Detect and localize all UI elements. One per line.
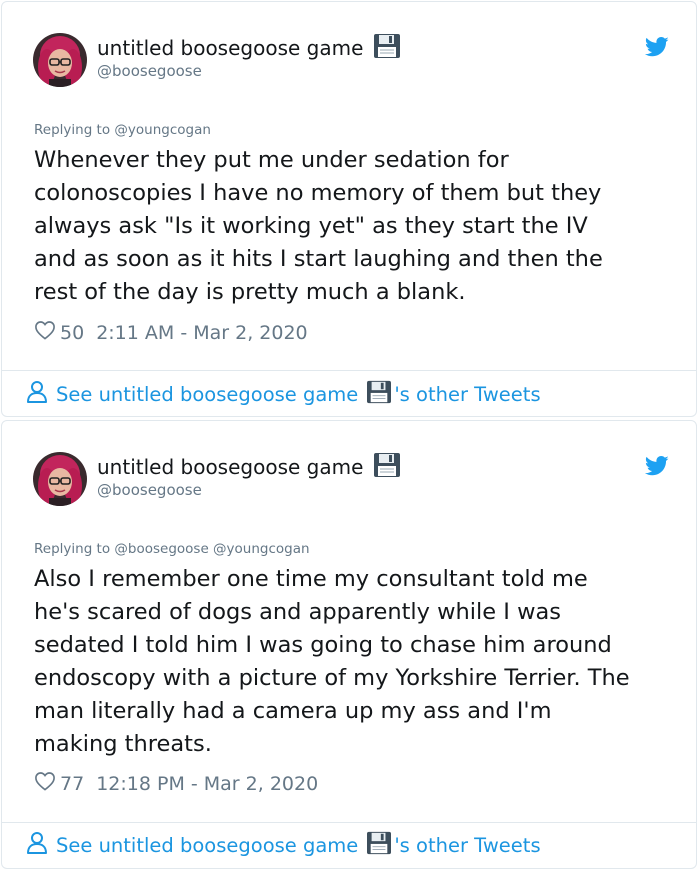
footer-link-suffix: 's other Tweets — [394, 834, 541, 857]
person-outline-icon — [26, 831, 48, 860]
tweet-line: colonoscopies I have no memory of them b… — [34, 180, 602, 206]
tweet-line: and as soon as it hits I start laughing … — [34, 246, 603, 272]
tweet-text: Also I remember one time my consultant t… — [34, 563, 684, 761]
twitter-bird-icon[interactable] — [644, 456, 669, 476]
display-name-text: untitled boosegoose game — [97, 455, 364, 479]
floppy-disk-icon — [373, 33, 401, 64]
see-other-tweets-link[interactable]: See untitled boosegoose game 's other Tw… — [26, 380, 541, 409]
tweet-line: making threats. — [34, 731, 212, 757]
avatar[interactable] — [33, 452, 87, 506]
tweet-line: Also I remember one time my consultant t… — [34, 566, 588, 592]
tweet-line: Whenever they put me under sedation for — [34, 147, 509, 173]
see-other-tweets-link[interactable]: See untitled boosegoose game 's other Tw… — [26, 831, 541, 860]
tweet-card: untitled boosegoose game @boosegoose Rep… — [1, 1, 697, 417]
footer-link-suffix: 's other Tweets — [394, 383, 541, 406]
handle[interactable]: @boosegoose — [97, 481, 202, 499]
floppy-disk-icon — [373, 452, 401, 483]
tweet-line: he's scared of dogs and apparently while… — [34, 599, 562, 625]
display-name-text: untitled boosegoose game — [97, 36, 364, 60]
footer-link-text: See untitled boosegoose game — [56, 383, 359, 406]
display-name[interactable]: untitled boosegoose game — [97, 452, 401, 483]
tweet-meta: 77 12:18 PM - Mar 2, 2020 — [34, 771, 318, 796]
like-count[interactable]: 77 — [60, 773, 84, 795]
tweet-card: untitled boosegoose game @boosegoose Rep… — [1, 420, 697, 869]
handle[interactable]: @boosegoose — [97, 62, 202, 80]
timestamp[interactable]: 12:18 PM - Mar 2, 2020 — [96, 773, 318, 795]
floppy-disk-icon — [366, 380, 392, 409]
floppy-disk-icon — [366, 831, 392, 860]
heart-outline-icon[interactable] — [34, 771, 56, 796]
tweet-line: endoscopy with a picture of my Yorkshire… — [34, 665, 630, 691]
replying-to[interactable]: Replying to @youngcogan — [34, 122, 211, 138]
tweet-line: always ask "Is it working yet" as they s… — [34, 213, 588, 239]
person-outline-icon — [26, 380, 48, 409]
tweet-line: rest of the day is pretty much a blank. — [34, 279, 466, 305]
timestamp[interactable]: 2:11 AM - Mar 2, 2020 — [96, 322, 307, 344]
divider — [2, 370, 696, 371]
twitter-bird-icon[interactable] — [644, 37, 669, 57]
tweet-text: Whenever they put me under sedation for … — [34, 144, 684, 309]
tweet-meta: 50 2:11 AM - Mar 2, 2020 — [34, 320, 308, 345]
like-count[interactable]: 50 — [60, 322, 84, 344]
footer-link-text: See untitled boosegoose game — [56, 834, 359, 857]
avatar[interactable] — [33, 33, 87, 87]
display-name[interactable]: untitled boosegoose game — [97, 33, 401, 64]
replying-to[interactable]: Replying to @boosegoose @youngcogan — [34, 541, 310, 557]
divider — [2, 822, 696, 823]
heart-outline-icon[interactable] — [34, 320, 56, 345]
tweet-line: man literally had a camera up my ass and… — [34, 698, 552, 724]
tweet-line: sedated I told him I was going to chase … — [34, 632, 612, 658]
